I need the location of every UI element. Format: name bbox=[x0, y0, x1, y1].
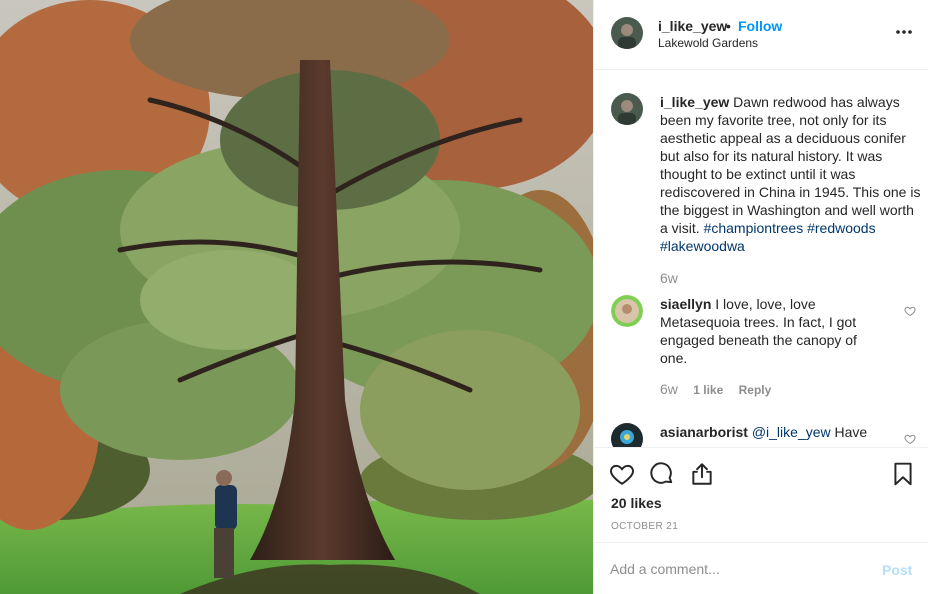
post-actions: 20 likes OCTOBER 21 bbox=[594, 447, 928, 542]
post-header: i_like_yew • Follow Lakewold Gardens bbox=[594, 0, 928, 70]
comments-list[interactable]: i_like_yew Dawn redwood has always been … bbox=[594, 71, 928, 447]
comment-age[interactable]: 6w bbox=[660, 381, 678, 397]
caption-avatar[interactable] bbox=[611, 93, 643, 125]
post-comment-button[interactable]: Post bbox=[882, 562, 912, 578]
commenter-username[interactable]: asianarborist bbox=[660, 424, 748, 440]
comment-text: siaellyn I love, love, love Metasequoia … bbox=[660, 295, 880, 367]
comment-text: asianarborist @i_like_yew Have bbox=[660, 423, 890, 441]
reply-button[interactable]: Reply bbox=[739, 383, 772, 397]
share-icon[interactable] bbox=[689, 461, 715, 487]
commenter-username[interactable]: siaellyn bbox=[660, 296, 711, 312]
author-username[interactable]: i_like_yew bbox=[658, 18, 727, 34]
separator-dot: • bbox=[726, 18, 731, 34]
comment-heart-icon[interactable] bbox=[904, 305, 916, 317]
caption-text: i_like_yew Dawn redwood has always been … bbox=[660, 93, 922, 255]
commenter-avatar[interactable] bbox=[611, 423, 643, 447]
caption-meta: 6w bbox=[660, 270, 678, 286]
mention-link[interactable]: @i_like_yew bbox=[752, 424, 831, 440]
post-location[interactable]: Lakewold Gardens bbox=[658, 36, 758, 50]
hashtag-link[interactable]: #lakewoodwa bbox=[660, 238, 745, 254]
post-date[interactable]: OCTOBER 21 bbox=[611, 521, 678, 532]
post-photo[interactable] bbox=[0, 0, 593, 594]
hashtag-link[interactable]: #championtrees bbox=[704, 220, 804, 236]
comment-body: Have bbox=[834, 424, 868, 440]
caption-age[interactable]: 6w bbox=[660, 270, 678, 286]
redwood-tree-photo bbox=[0, 0, 593, 594]
bookmark-icon[interactable] bbox=[890, 461, 916, 487]
likes-count[interactable]: 20 likes bbox=[611, 495, 662, 511]
heart-icon[interactable] bbox=[609, 461, 635, 487]
caption-body: Dawn redwood has always been my favorite… bbox=[660, 94, 921, 236]
comment-heart-icon[interactable] bbox=[904, 433, 916, 445]
caption-username[interactable]: i_like_yew bbox=[660, 94, 729, 110]
add-comment-input[interactable] bbox=[610, 559, 870, 579]
add-comment-bar: Post bbox=[594, 542, 928, 594]
avatar-image bbox=[611, 93, 643, 125]
comment-meta: 6w 1 like Reply bbox=[660, 381, 771, 397]
comment-icon[interactable] bbox=[649, 461, 675, 487]
author-avatar[interactable] bbox=[611, 17, 643, 49]
follow-button[interactable]: Follow bbox=[738, 18, 782, 34]
hashtag-link[interactable]: #redwoods bbox=[807, 220, 876, 236]
more-options-icon[interactable] bbox=[894, 22, 914, 42]
avatar-image bbox=[611, 17, 643, 49]
avatar-image bbox=[611, 295, 643, 327]
post-side-panel: i_like_yew • Follow Lakewold Gardens i_l… bbox=[593, 0, 928, 594]
comment-likes[interactable]: 1 like bbox=[693, 383, 723, 397]
commenter-avatar[interactable] bbox=[611, 295, 643, 327]
avatar-image bbox=[611, 423, 643, 447]
